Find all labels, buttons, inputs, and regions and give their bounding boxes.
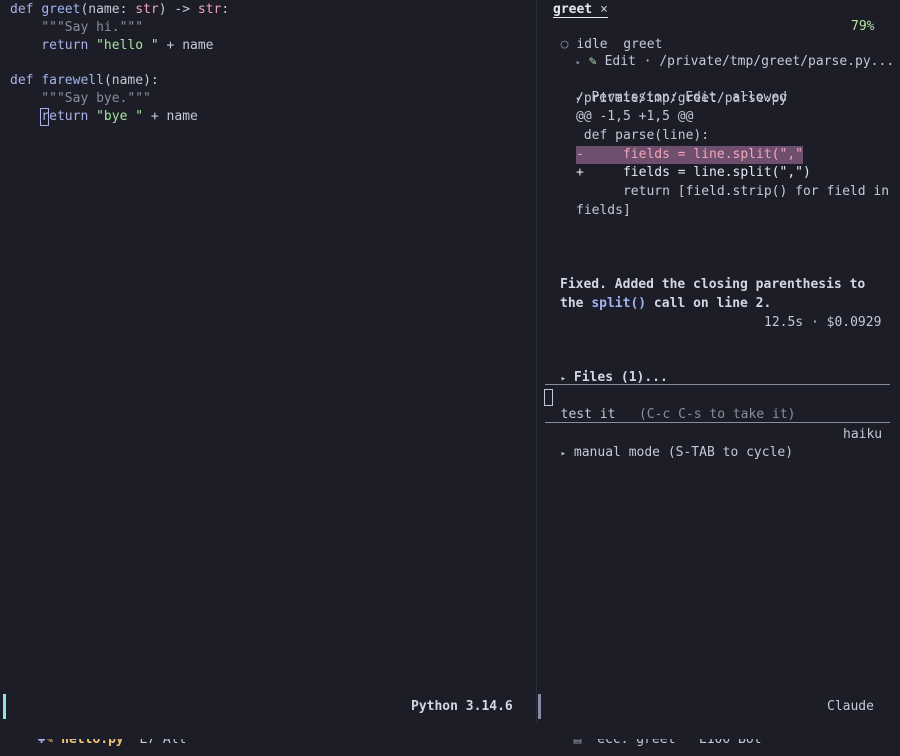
- code-line[interactable]: return "bye " + name: [10, 108, 198, 126]
- tool-call-label: Edit · /private/tmp/greet/parse.py...: [604, 54, 895, 69]
- code-token: (name:: [80, 2, 136, 17]
- tool-call-line[interactable]: ▸ ✎ Edit · /private/tmp/greet/parse.py..…: [560, 35, 895, 72]
- code-token: "bye ": [96, 109, 144, 124]
- code-token: (name):: [103, 73, 159, 88]
- code-token: ) ->: [158, 2, 198, 17]
- echo-area: [0, 723, 900, 739]
- reply-text: the: [560, 296, 592, 311]
- text-cursor: [544, 389, 553, 406]
- triangle-right-icon: ▸: [560, 449, 567, 459]
- inactive-window-bar: [538, 694, 541, 719]
- input-hint: (C-c C-s to take it): [638, 407, 796, 422]
- code-token: greet: [41, 2, 81, 17]
- text-cursor: [40, 108, 49, 126]
- prompt-input[interactable]: test it (C-c C-s to take it): [545, 388, 796, 424]
- code-line[interactable]: def farewell(name):: [10, 72, 159, 90]
- diff-hunk-header: @@ -1,5 +1,5 @@: [576, 109, 694, 124]
- diff-context-line: fields]: [576, 203, 631, 218]
- diff-removed-line: - fields = line.split(",": [576, 146, 803, 164]
- reply-line: Fixed. Added the closing parenthesis to: [560, 277, 866, 292]
- input-bottom-rule: [545, 422, 890, 423]
- close-icon[interactable]: ×: [600, 2, 608, 17]
- code-token: :: [221, 2, 230, 17]
- active-window-bar: [3, 694, 6, 719]
- reply-line: the split() call on line 2.: [560, 295, 771, 313]
- code-line[interactable]: """Say bye.""": [10, 90, 151, 108]
- code-token: str: [197, 2, 222, 17]
- modeline-right: ▤ *ecc: greet* L100 Bot: [558, 690, 762, 747]
- editor-pane[interactable]: def greet(name: str) -> str: """Say hi."…: [0, 0, 536, 690]
- input-top-rule: [545, 384, 890, 385]
- code-token: "hello ": [96, 38, 159, 53]
- mode-label: manual mode (S-TAB to cycle): [573, 445, 794, 460]
- files-toggle[interactable]: ▸ Files (1)...: [545, 351, 668, 388]
- code-token: return: [10, 109, 97, 124]
- language-indicator: Python 3.14.6: [411, 690, 513, 723]
- diff-context-line: def parse(line):: [576, 128, 710, 143]
- diff-context-line: return [field.strip() for field in: [576, 184, 890, 199]
- diff-file-path: /private/tmp/greet/parse.py: [576, 91, 788, 106]
- code-token: str: [135, 2, 159, 17]
- model-name: haiku: [843, 427, 883, 442]
- response-meta: 12.5s · $0.0929: [764, 315, 882, 330]
- tab-greet[interactable]: greet ×: [553, 3, 608, 18]
- code-token: return: [10, 38, 97, 53]
- code-token: farewell: [41, 73, 104, 88]
- files-toggle-label: Files (1)...: [573, 370, 668, 385]
- code-token: + name: [143, 109, 198, 124]
- code-token: """Say bye.""": [10, 91, 151, 106]
- reply-text: call on line 2.: [646, 296, 772, 311]
- mode-indicator[interactable]: ▸ manual mode (S-TAB to cycle): [545, 426, 793, 463]
- pencil-icon: ✎: [588, 54, 597, 69]
- input-text[interactable]: test it: [561, 407, 616, 422]
- code-line[interactable]: return "hello " + name: [10, 37, 214, 55]
- major-mode: Claude: [827, 690, 874, 723]
- modeline-left: ✚✎ hello.py L7 All: [22, 690, 187, 747]
- code-token: def: [10, 73, 42, 88]
- code-line[interactable]: def greet(name: str) -> str:: [10, 1, 229, 19]
- diff-added-line: + fields = line.split(","): [576, 165, 811, 180]
- triangle-right-icon: ▸: [560, 374, 567, 384]
- tab-label: greet: [553, 2, 593, 17]
- reply-code: split(): [591, 296, 647, 311]
- code-line[interactable]: """Say hi.""": [10, 19, 143, 37]
- code-token: def: [10, 2, 42, 17]
- code-token: """Say hi.""": [10, 20, 144, 35]
- triangle-right-icon: ▸: [575, 58, 582, 68]
- code-token: + name: [158, 38, 214, 53]
- context-percent: 79%: [851, 19, 875, 34]
